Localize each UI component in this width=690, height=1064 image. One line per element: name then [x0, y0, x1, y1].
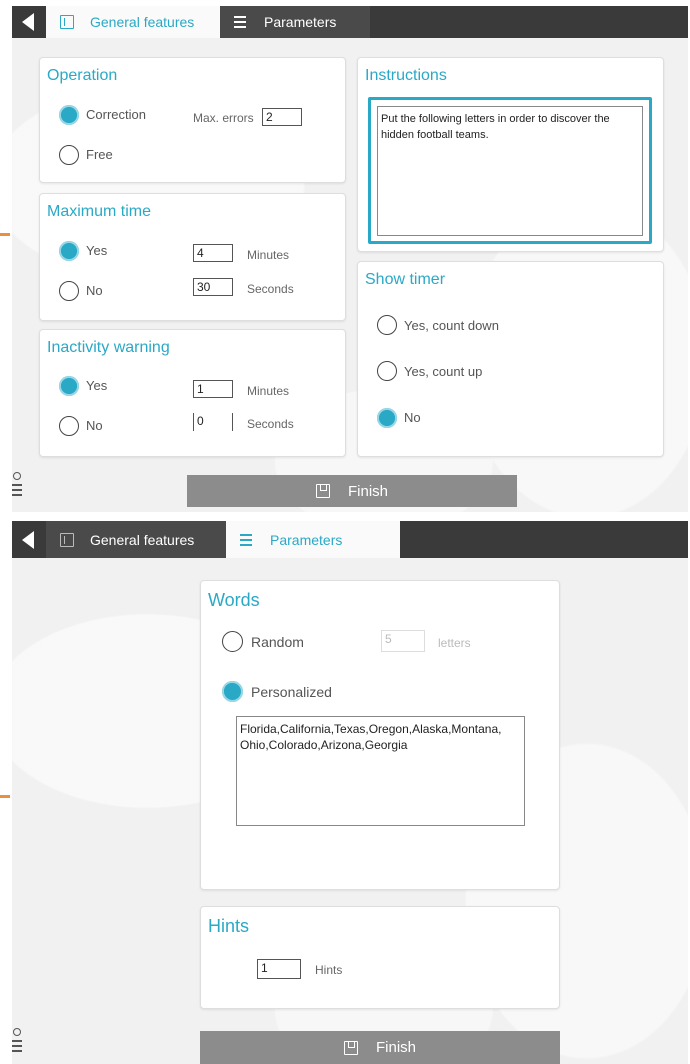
edge-marker	[0, 233, 10, 236]
radio-label: No	[86, 283, 103, 298]
menu-circle-icon	[13, 472, 21, 480]
menu-circle-icon	[13, 1028, 21, 1036]
free-radio[interactable]	[59, 145, 79, 165]
instructions-focus-ring: Put the following letters in order to di…	[368, 97, 652, 244]
radio-label: Free	[86, 147, 113, 162]
tab-label: General features	[90, 531, 195, 548]
hints-label: Hints	[315, 963, 343, 977]
save-icon	[343, 1040, 358, 1055]
top-bar: General features Parameters	[12, 521, 688, 558]
radio-label: No	[404, 410, 421, 425]
panel-title: Maximum time	[47, 203, 152, 220]
list-icon	[240, 533, 254, 547]
inactivity-minutes-input[interactable]: 1	[193, 380, 233, 398]
minutes-label: Minutes	[247, 248, 290, 262]
tab-label: General features	[90, 14, 195, 30]
max-errors-label: Max. errors	[193, 111, 254, 125]
panel-title: Show timer	[365, 271, 446, 288]
panel-title: Inactivity warning	[47, 339, 170, 356]
words-list-textarea[interactable]: Florida,California,Texas,Oregon,Alaska,M…	[236, 716, 525, 826]
count-up-radio[interactable]	[377, 361, 397, 381]
correction-radio[interactable]	[59, 105, 79, 125]
hints-panel: Hints 1 Hints	[200, 906, 560, 1009]
operation-panel: Operation Correction Max. errors 2 Free	[39, 57, 346, 183]
max-errors-input[interactable]: 2	[262, 108, 302, 126]
edge-marker	[0, 795, 10, 798]
list-icon	[234, 15, 248, 29]
radio-label: Yes	[86, 378, 108, 393]
side-menu-button[interactable]	[12, 472, 24, 499]
count-down-radio[interactable]	[377, 315, 397, 335]
back-arrow-icon	[22, 13, 34, 31]
radio-label: Correction	[86, 107, 146, 122]
back-button[interactable]	[12, 6, 46, 38]
finish-button[interactable]: Finish	[200, 1031, 560, 1064]
tab-label: Parameters	[264, 14, 337, 30]
random-radio[interactable]	[222, 631, 243, 652]
inactivity-yes-radio[interactable]	[59, 376, 79, 396]
radio-label: Yes, count down	[404, 318, 499, 333]
panel-title: Instructions	[365, 67, 447, 84]
finish-label: Finish	[375, 1039, 416, 1056]
max-time-no-radio[interactable]	[59, 281, 79, 301]
letters-count-input[interactable]: 5	[381, 630, 425, 652]
minutes-label: Minutes	[247, 384, 290, 398]
tab-parameters[interactable]: Parameters	[220, 6, 370, 38]
show-timer-panel: Show timer Yes, count down Yes, count up…	[357, 261, 664, 457]
words-panel: Words Random 5 letters Personalized Flor…	[200, 580, 560, 890]
inactivity-seconds-input[interactable]: 0	[193, 413, 233, 431]
panel-title: Hints	[208, 916, 250, 936]
seconds-label: Seconds	[247, 417, 294, 431]
instructions-panel: Instructions Put the following letters i…	[357, 57, 664, 252]
radio-label: No	[86, 418, 103, 433]
back-arrow-icon	[22, 530, 34, 549]
max-time-seconds-input[interactable]: 30	[193, 278, 233, 296]
tab-general-features[interactable]: General features	[46, 521, 226, 558]
inactivity-no-radio[interactable]	[59, 416, 79, 436]
radio-label: Yes, count up	[404, 364, 483, 379]
finish-label: Finish	[347, 482, 388, 500]
save-icon	[315, 484, 330, 498]
seconds-label: Seconds	[247, 282, 294, 296]
max-time-yes-radio[interactable]	[59, 241, 79, 261]
panel-title: Operation	[47, 67, 118, 84]
radio-label: Yes	[86, 243, 108, 258]
tab-label: Parameters	[270, 531, 343, 548]
tab-general-features[interactable]: General features	[46, 6, 220, 38]
radio-label: Random	[251, 634, 304, 650]
radio-label: Personalized	[251, 684, 332, 700]
document-icon	[60, 15, 74, 29]
personalized-radio[interactable]	[222, 681, 243, 702]
parameters-screen: General features Parameters Words Random…	[12, 521, 688, 1064]
instructions-textarea[interactable]: Put the following letters in order to di…	[377, 106, 643, 236]
timer-no-radio[interactable]	[377, 408, 397, 428]
maximum-time-panel: Maximum time Yes 4 Minutes No 30 Seconds	[39, 193, 346, 321]
max-time-minutes-input[interactable]: 4	[193, 244, 233, 262]
general-features-screen: General features Parameters Operation Co…	[12, 6, 688, 512]
tab-parameters[interactable]: Parameters	[226, 521, 400, 558]
inactivity-warning-panel: Inactivity warning Yes 1 Minutes No 0 Se…	[39, 329, 346, 457]
hints-input[interactable]: 1	[257, 959, 301, 979]
top-bar: General features Parameters	[12, 6, 688, 38]
letters-label: letters	[438, 636, 471, 650]
panel-title: Words	[208, 590, 260, 610]
side-menu-button[interactable]	[12, 1028, 24, 1055]
back-button[interactable]	[12, 521, 46, 558]
document-icon	[60, 532, 74, 547]
finish-button[interactable]: Finish	[187, 475, 517, 507]
